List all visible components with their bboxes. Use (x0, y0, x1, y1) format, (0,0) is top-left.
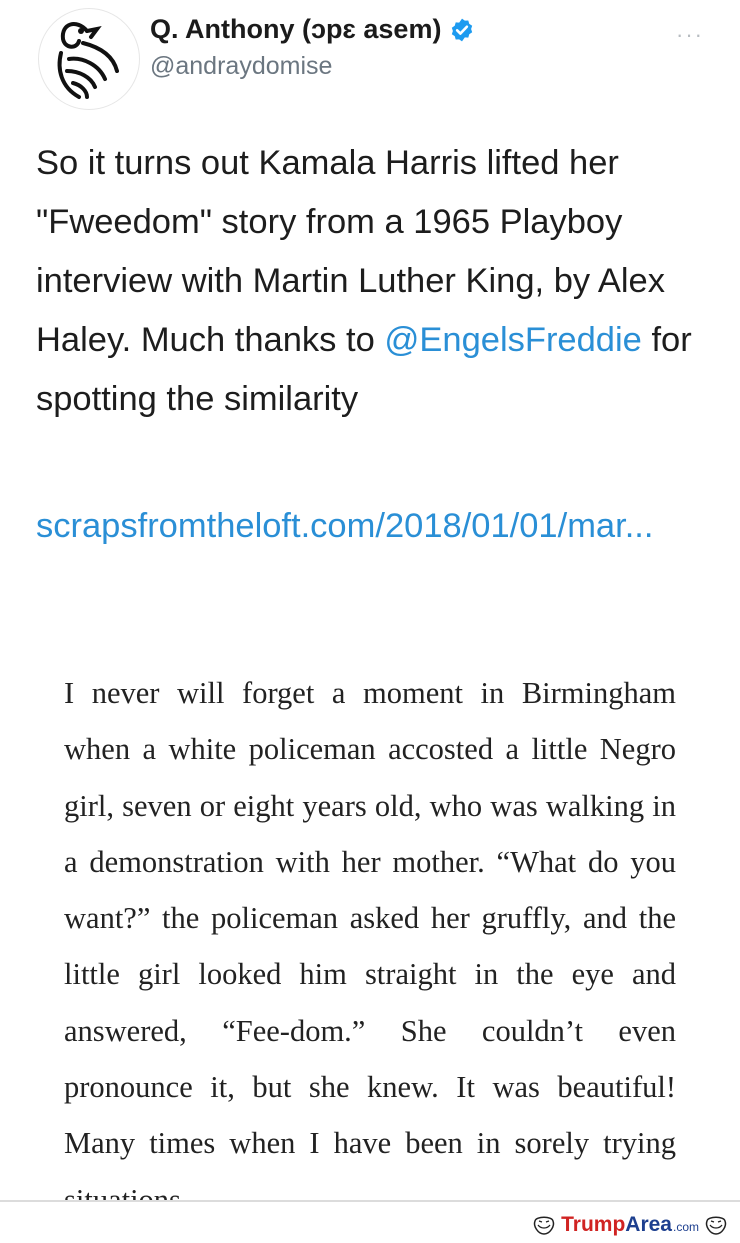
watermark-suffix: .com (672, 1220, 699, 1234)
watermark-text: TrumpArea.com (561, 1213, 699, 1237)
divider (0, 1200, 740, 1202)
watermark-trump: Trump (561, 1213, 626, 1236)
quoted-book-excerpt: I never will forget a moment in Birmingh… (64, 676, 676, 1200)
trollface-icon (705, 1216, 727, 1235)
watermark: TrumpArea.com (532, 1210, 728, 1240)
watermark-area: Area (625, 1213, 672, 1236)
tweet-card: Q. Anthony (ɔpɛ asem) @andraydomise ··· … (0, 0, 740, 1243)
trollface-icon (533, 1216, 555, 1235)
quote-image-clip: I never will forget a moment in Birmingh… (0, 0, 740, 1200)
